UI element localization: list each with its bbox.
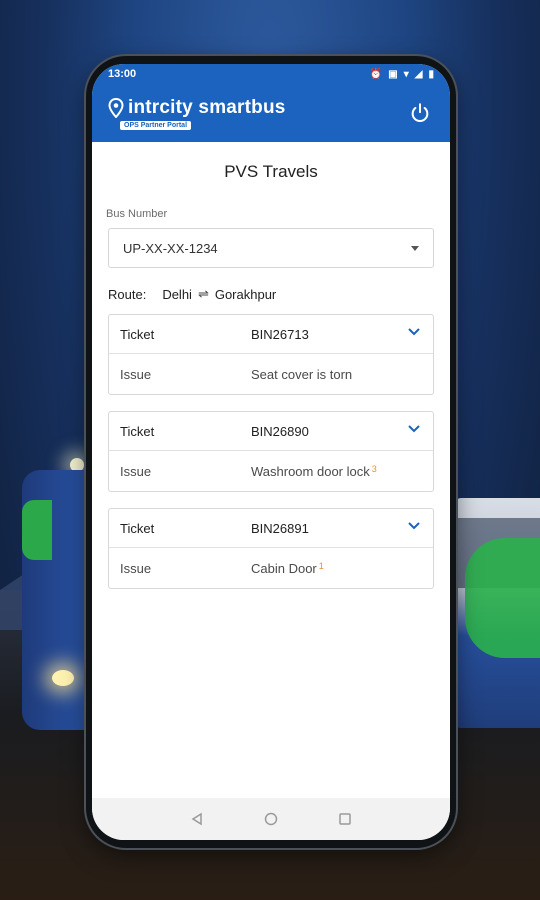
brand-name: intrcity smartbus bbox=[128, 96, 286, 118]
power-button[interactable] bbox=[406, 99, 434, 127]
ticket-label: Ticket bbox=[120, 326, 155, 342]
alarm-icon: ⏰ bbox=[369, 68, 383, 80]
ticket-label: Ticket bbox=[120, 423, 155, 439]
route-info: Route: Delhi ⇌ Gorakhpur bbox=[108, 286, 434, 302]
issue-text: Seat cover is torn bbox=[251, 366, 353, 382]
ticket-id: BIN26713 bbox=[251, 326, 309, 342]
battery-icon: ▮ bbox=[428, 68, 434, 80]
issue-text: Washroom door lock 3 bbox=[251, 463, 377, 479]
back-triangle-icon bbox=[191, 812, 202, 826]
bus-number-value: UP-XX-XX-1234 bbox=[123, 240, 218, 256]
chevron-down-icon[interactable] bbox=[407, 521, 421, 531]
chevron-down-icon[interactable] bbox=[407, 327, 421, 337]
wifi-icon: ▾ bbox=[403, 68, 409, 80]
bus-illustration-right bbox=[455, 498, 540, 728]
home-button[interactable] bbox=[263, 811, 279, 827]
back-button[interactable] bbox=[189, 811, 205, 827]
issue-label: Issue bbox=[120, 463, 152, 479]
location-pin-icon bbox=[108, 97, 124, 118]
portal-badge: OPS Partner Portal bbox=[120, 120, 192, 130]
brand-logo: intrcity smartbus OPS Partner Portal bbox=[108, 97, 286, 130]
bus-number-select[interactable]: UP-XX-XX-1234 bbox=[108, 228, 434, 268]
ticket-card[interactable]: Ticket BIN26713 Issue Seat cover is torn bbox=[108, 314, 434, 395]
android-nav-bar bbox=[92, 798, 450, 840]
chevron-down-icon[interactable] bbox=[407, 424, 421, 434]
page-title: PVS Travels bbox=[224, 162, 318, 181]
ticket-id: BIN26890 bbox=[251, 423, 309, 439]
main-content: PVS Travels Bus Number UP-XX-XX-1234 Rou… bbox=[92, 162, 450, 589]
status-time: 13:00 bbox=[108, 68, 137, 80]
home-circle-icon bbox=[264, 812, 278, 826]
swap-arrows-icon: ⇌ bbox=[197, 286, 209, 301]
signal-icon: ◢ bbox=[414, 68, 423, 80]
status-bar: 13:00 ⏰ ▣ ▾ ◢ ▮ bbox=[92, 64, 450, 84]
app-header: intrcity smartbus OPS Partner Portal bbox=[92, 84, 450, 142]
ticket-id: BIN26891 bbox=[251, 520, 309, 536]
issue-count-badge: 3 bbox=[371, 463, 377, 474]
issue-label: Issue bbox=[120, 366, 152, 382]
route-to: Gorakhpur bbox=[214, 286, 277, 302]
dropdown-caret-icon bbox=[411, 245, 419, 251]
issue-count-badge: 1 bbox=[318, 560, 324, 571]
notification-icon: ▣ bbox=[388, 68, 398, 80]
ticket-card[interactable]: Ticket BIN26891 Issue Cabin Door 1 bbox=[108, 508, 434, 589]
issue-text: Cabin Door 1 bbox=[251, 560, 324, 576]
ticket-card[interactable]: Ticket BIN26890 Issue Washroom door lock… bbox=[108, 411, 434, 492]
route-label: Route: bbox=[108, 286, 147, 302]
recents-button[interactable] bbox=[337, 811, 353, 827]
route-from: Delhi bbox=[162, 286, 192, 302]
phone-frame: 13:00 ⏰ ▣ ▾ ◢ ▮ intrcity smartbus OPS Pa… bbox=[86, 56, 456, 848]
bus-number-label: Bus Number bbox=[106, 208, 168, 220]
bus-illustration-left bbox=[22, 470, 92, 730]
recents-square-icon bbox=[339, 813, 351, 825]
issue-label: Issue bbox=[120, 560, 152, 576]
phone-screen: 13:00 ⏰ ▣ ▾ ◢ ▮ intrcity smartbus OPS Pa… bbox=[92, 64, 450, 840]
status-icons: ⏰ ▣ ▾ ◢ ▮ bbox=[370, 69, 434, 80]
ticket-label: Ticket bbox=[120, 520, 155, 536]
power-icon bbox=[411, 103, 429, 122]
